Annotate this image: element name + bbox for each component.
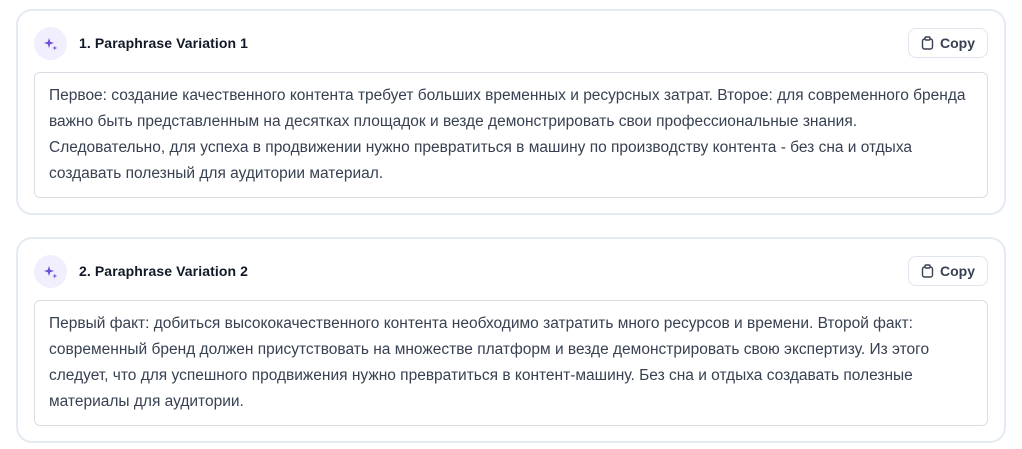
paraphrase-text-box[interactable]: Первый факт: добиться высококачественног… <box>34 300 988 426</box>
variation-card: 1. Paraphrase Variation 1 Copy Первое: с… <box>16 9 1006 215</box>
paraphrase-text: Первый факт: добиться высококачественног… <box>49 315 930 410</box>
copy-button-label: Copy <box>940 263 975 279</box>
copy-button[interactable]: Copy <box>908 256 988 286</box>
card-title: 1. Paraphrase Variation 1 <box>79 35 249 51</box>
sparkle-icon <box>34 255 67 288</box>
card-header: 2. Paraphrase Variation 2 Copy <box>34 255 988 289</box>
copy-button[interactable]: Copy <box>908 28 988 58</box>
card-title: 2. Paraphrase Variation 2 <box>79 263 249 279</box>
clipboard-icon <box>921 36 934 50</box>
copy-button-label: Copy <box>940 35 975 51</box>
sparkle-icon <box>34 27 67 60</box>
card-header: 1. Paraphrase Variation 1 Copy <box>34 27 988 61</box>
paraphrase-text-box[interactable]: Первое: создание качественного контента … <box>34 72 988 198</box>
paraphrase-text: Первое: создание качественного контента … <box>49 87 966 182</box>
variation-card: 2. Paraphrase Variation 2 Copy Первый фа… <box>16 237 1006 443</box>
clipboard-icon <box>921 264 934 278</box>
